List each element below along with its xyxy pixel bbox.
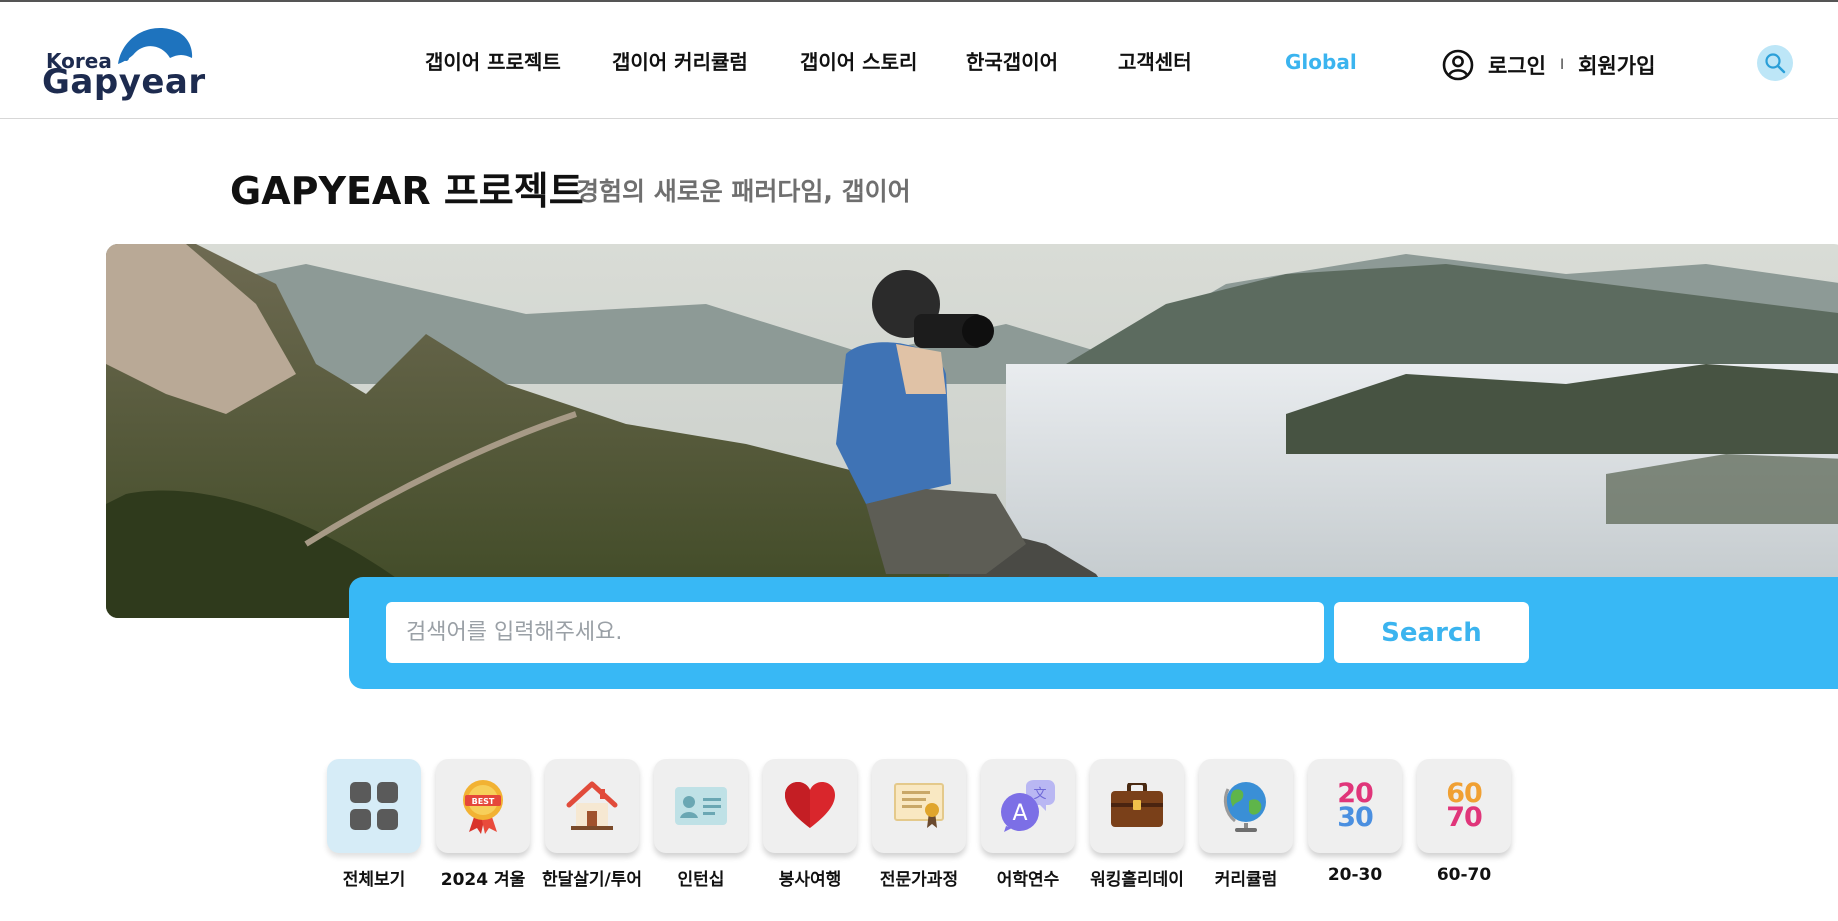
best-medal-icon: BEST xyxy=(463,780,503,834)
certificate-icon xyxy=(894,783,944,828)
category-icon-box xyxy=(545,759,639,853)
category-icon-box: 文 A xyxy=(981,759,1075,853)
age-icon-bottom-number: 70 xyxy=(1446,802,1483,833)
id-card-icon xyxy=(675,787,727,825)
category-month-living-tour[interactable]: 한달살기/투어 xyxy=(542,759,642,890)
category-2024-winter[interactable]: BEST 2024 겨울 xyxy=(436,759,530,890)
search-input[interactable] xyxy=(386,602,1324,663)
auth-links: 로그인 I 회원가입 xyxy=(1442,48,1655,82)
category-age-20-30[interactable]: 20 30 20-30 xyxy=(1308,759,1402,885)
category-volunteer-travel[interactable]: 봉사여행 xyxy=(763,759,857,890)
language-bubble-icon: 文 A xyxy=(1001,780,1055,832)
nav-gapyear-story[interactable]: 갭이어 스토리 xyxy=(800,48,917,76)
search-button[interactable]: Search xyxy=(1334,602,1529,663)
category-icon-box xyxy=(763,759,857,853)
category-icon-box xyxy=(654,759,748,853)
category-working-holiday[interactable]: 워킹홀리데이 xyxy=(1090,759,1184,890)
search-icon xyxy=(1765,53,1786,74)
category-icon-box xyxy=(1090,759,1184,853)
nav-gapyear-project[interactable]: 갭이어 프로젝트 xyxy=(425,48,561,76)
globe-icon xyxy=(1223,782,1266,832)
site-header: Korea Gapyear 갭이어 프로젝트 갭이어 커리큘럼 갭이어 스토리 … xyxy=(0,2,1838,119)
category-icon-box: 60 70 xyxy=(1417,759,1511,853)
grid-icon xyxy=(350,782,398,830)
category-curriculum[interactable]: 커리큘럼 xyxy=(1199,759,1293,890)
category-all[interactable]: 전체보기 xyxy=(327,759,421,890)
category-language-study[interactable]: 文 A 어학연수 xyxy=(981,759,1075,890)
dolphin-logo-icon xyxy=(118,27,193,64)
category-expert-course[interactable]: 전문가과정 xyxy=(872,759,966,890)
category-icon-box xyxy=(327,759,421,853)
nav-gapyear-curriculum[interactable]: 갭이어 커리큘럼 xyxy=(612,48,748,76)
category-icon-box: BEST xyxy=(436,759,530,853)
auth-separator: I xyxy=(1559,57,1565,73)
nav-korea-gapyear[interactable]: 한국갭이어 xyxy=(966,48,1058,76)
age-icon-bottom-number: 30 xyxy=(1337,802,1374,833)
nav-global[interactable]: Global xyxy=(1285,48,1357,76)
login-link[interactable]: 로그인 xyxy=(1488,50,1546,80)
page-subtitle: 경험의 새로운 패러다임, 갭이어 xyxy=(576,177,911,206)
house-icon xyxy=(566,781,618,830)
svg-text:BEST: BEST xyxy=(472,797,495,806)
category-label: 60-70 xyxy=(1436,865,1492,885)
page-title: GAPYEAR 프로젝트 xyxy=(230,169,584,213)
svg-text:A: A xyxy=(1012,801,1027,826)
hero-image-photographer-mountains xyxy=(106,244,1838,618)
user-icon[interactable] xyxy=(1442,49,1474,81)
category-icon-box xyxy=(1199,759,1293,853)
svg-text:文: 文 xyxy=(1033,787,1046,802)
korea-gapyear-logo[interactable]: Korea Gapyear xyxy=(42,26,205,100)
signup-link[interactable]: 회원가입 xyxy=(1578,50,1655,80)
search-band: Search xyxy=(349,577,1838,689)
category-icon-box: 20 30 xyxy=(1308,759,1402,853)
heart-icon xyxy=(785,782,835,828)
age-20-30-icon: 20 30 xyxy=(1337,780,1374,833)
age-60-70-icon: 60 70 xyxy=(1446,780,1483,833)
header-search-button[interactable] xyxy=(1757,45,1793,81)
category-age-60-70[interactable]: 60 70 60-70 xyxy=(1417,759,1511,885)
category-internship[interactable]: 인턴십 xyxy=(654,759,748,890)
briefcase-icon xyxy=(1111,783,1163,827)
logo-gapyear-text: Gapyear xyxy=(42,62,206,102)
nav-customer-center[interactable]: 고객센터 xyxy=(1118,48,1192,76)
category-icon-box xyxy=(872,759,966,853)
